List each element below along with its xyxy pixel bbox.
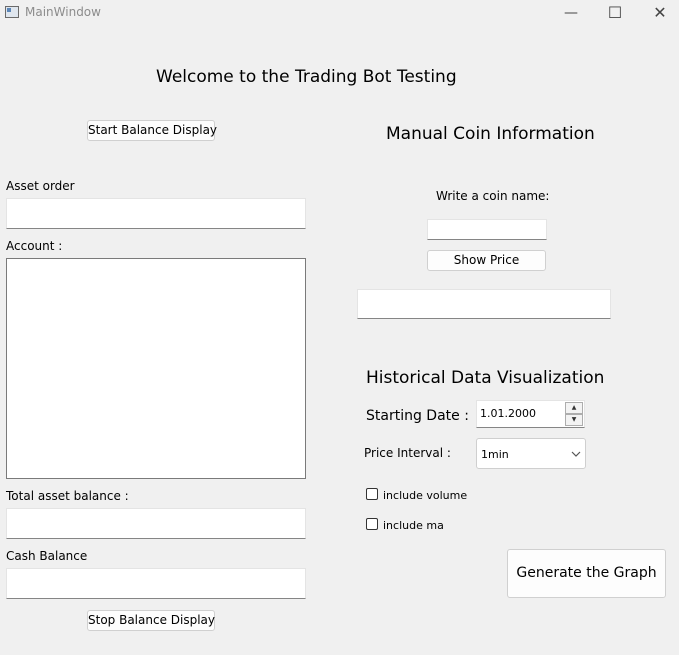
starting-date-edit[interactable]: 1.01.2000 ▲ ▼ bbox=[476, 400, 585, 428]
asset-order-field[interactable] bbox=[6, 198, 306, 229]
app-window-icon bbox=[5, 6, 19, 18]
account-text-area[interactable] bbox=[6, 258, 306, 479]
coin-name-input[interactable] bbox=[427, 219, 547, 240]
starting-date-label: Starting Date : bbox=[366, 408, 469, 424]
historical-data-heading: Historical Data Visualization bbox=[366, 368, 605, 388]
total-asset-balance-label: Total asset balance : bbox=[6, 489, 129, 503]
show-price-button[interactable]: Show Price bbox=[427, 250, 546, 271]
include-volume-label: include volume bbox=[383, 489, 468, 502]
generate-graph-button[interactable]: Generate the Graph bbox=[507, 549, 666, 598]
title-bar: MainWindow — ☐ ✕ bbox=[0, 0, 679, 26]
include-volume-checkbox[interactable] bbox=[366, 488, 378, 500]
close-button[interactable]: ✕ bbox=[637, 0, 679, 26]
asset-order-label: Asset order bbox=[6, 179, 75, 193]
spin-up-icon[interactable]: ▲ bbox=[565, 402, 583, 414]
spin-down-icon[interactable]: ▼ bbox=[565, 414, 583, 426]
welcome-heading: Welcome to the Trading Bot Testing bbox=[156, 67, 457, 87]
price-interval-label: Price Interval : bbox=[364, 446, 451, 460]
chevron-down-icon bbox=[571, 451, 581, 457]
starting-date-value: 1.01.2000 bbox=[480, 407, 536, 420]
manual-coin-heading: Manual Coin Information bbox=[386, 124, 595, 144]
total-asset-balance-field[interactable] bbox=[6, 508, 306, 539]
cash-balance-label: Cash Balance bbox=[6, 549, 88, 563]
price-output-field[interactable] bbox=[357, 289, 611, 319]
price-interval-value: 1min bbox=[481, 448, 509, 461]
coin-name-prompt: Write a coin name: bbox=[436, 189, 550, 203]
include-ma-label: include ma bbox=[383, 519, 444, 532]
price-interval-select[interactable]: 1min bbox=[476, 438, 586, 469]
start-balance-display-button[interactable]: Start Balance Display bbox=[87, 120, 217, 141]
window-title: MainWindow bbox=[25, 5, 101, 19]
minimize-button[interactable]: — bbox=[548, 0, 594, 26]
maximize-button[interactable]: ☐ bbox=[592, 0, 638, 26]
account-label: Account : bbox=[6, 239, 63, 253]
stop-balance-display-button[interactable]: Stop Balance Display bbox=[87, 610, 215, 631]
cash-balance-field[interactable] bbox=[6, 568, 306, 599]
include-ma-checkbox[interactable] bbox=[366, 518, 378, 530]
